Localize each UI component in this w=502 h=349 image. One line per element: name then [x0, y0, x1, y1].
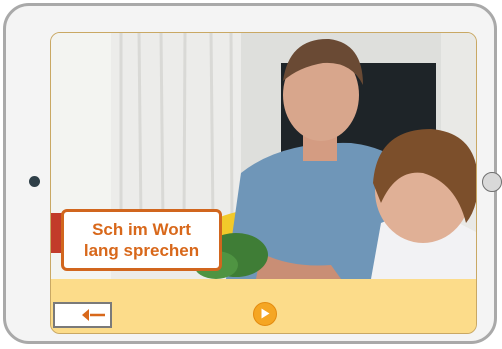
arrow-left-icon [82, 309, 105, 321]
play-icon [261, 308, 270, 319]
caption-box: Sch im Wort lang sprechen [61, 209, 222, 271]
caption-line-2: lang sprechen [83, 241, 200, 260]
tablet-home-button[interactable] [482, 172, 502, 192]
tablet-camera [29, 176, 40, 187]
control-bar [51, 279, 476, 333]
play-button[interactable] [253, 302, 277, 326]
app-screen: Sch im Wort lang sprechen [50, 32, 477, 334]
tablet-frame: Sch im Wort lang sprechen [3, 3, 502, 344]
back-button[interactable] [53, 302, 112, 328]
caption-line-1: Sch im Wort [92, 220, 191, 239]
